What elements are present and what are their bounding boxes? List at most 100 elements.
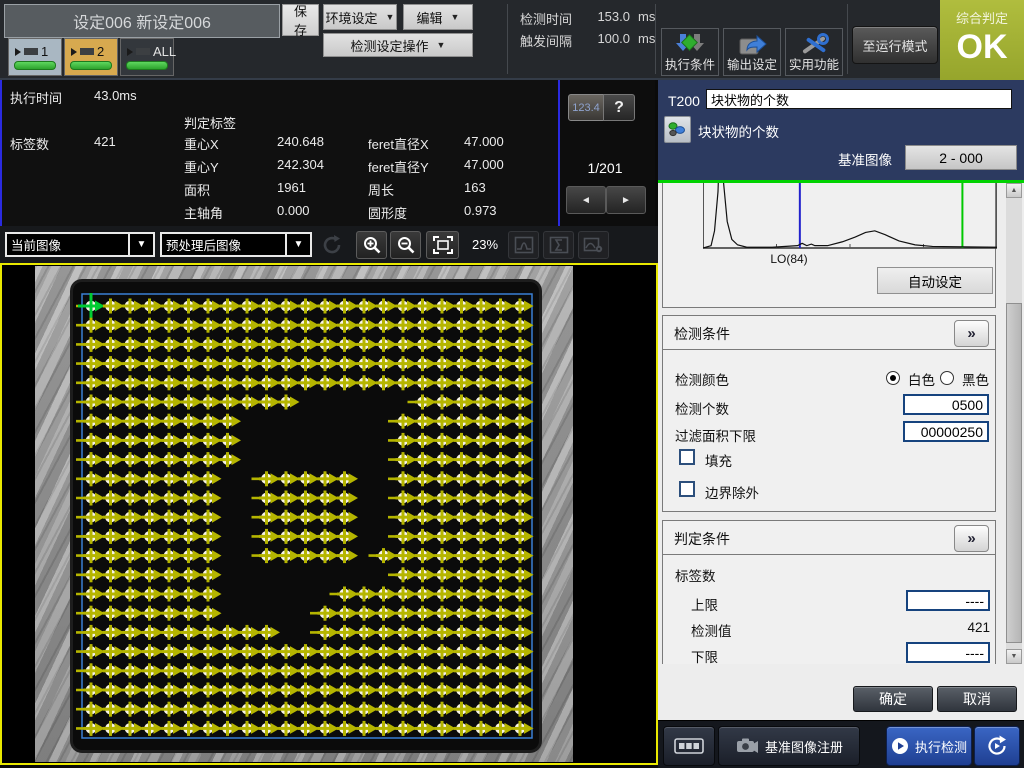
scene-tabs: 1 2 ALL xyxy=(8,38,174,76)
expand-judge-button[interactable]: » xyxy=(954,525,989,552)
save-button[interactable]: 保存 xyxy=(282,4,319,36)
scene-title[interactable]: 设定006 新设定006 xyxy=(4,4,280,38)
upper-limit-input[interactable] xyxy=(906,590,990,611)
measurement-results-panel: 执行时间43.0ms标签数421判定标签重心X240.648feret直径X47… xyxy=(0,80,560,226)
detect-conditions-title: 检测条件 xyxy=(674,324,730,344)
radio-black[interactable] xyxy=(940,371,954,385)
exec-condition-button[interactable]: 执行条件 xyxy=(661,28,719,76)
down-icon: ▼ xyxy=(1011,653,1018,660)
next-icon: ► xyxy=(621,195,631,206)
label-count-value: 421 xyxy=(94,134,116,149)
filmstrip-icon xyxy=(674,736,704,756)
detect-time-unit: ms xyxy=(638,9,655,24)
status-bar-green xyxy=(14,61,56,70)
scene-tab-1[interactable]: 1 xyxy=(8,38,62,76)
image-source-select[interactable]: 当前图像 ▼ xyxy=(5,232,155,257)
radio-white[interactable] xyxy=(886,371,900,385)
settings-scroll-area: LO(84) 自动设定 检测条件 » 检测颜色 白色 黑色 检测个数 过滤面积下… xyxy=(658,183,1006,664)
page-indicator: 1/201 xyxy=(560,160,650,176)
overall-judgement-panel: 综合判定 OK xyxy=(940,0,1024,80)
detect-count-label: 检测个数 xyxy=(675,398,729,418)
angle-display-button[interactable] xyxy=(543,231,574,259)
scrollbar-thumb[interactable] xyxy=(1006,303,1022,643)
zoom-in-button[interactable] xyxy=(356,231,387,259)
tools-icon xyxy=(797,32,831,58)
detect-count-input[interactable] xyxy=(903,394,989,415)
flow-condition-icon xyxy=(673,32,707,58)
environment-settings-menu[interactable]: 环境设定▼ xyxy=(323,4,397,30)
detect-settings-ops-menu[interactable]: 检测设定操作▼ xyxy=(323,33,473,57)
meas-value: 1961 xyxy=(277,180,306,195)
profile-display-button[interactable] xyxy=(508,231,539,259)
settings-scrollbar[interactable]: ▲ ▼ xyxy=(1006,183,1022,664)
measured-value: 421 xyxy=(906,620,990,635)
meas-name: 面积 xyxy=(184,180,210,199)
top-bar: 设定006 新设定006 保存 环境设定▼ 编辑▼ 检测设定操作▼ 检测时间 1… xyxy=(0,0,1024,80)
meas-value: 240.648 xyxy=(277,134,324,149)
meas-name: 重心Y xyxy=(184,157,219,176)
filmstrip-button[interactable] xyxy=(663,726,715,766)
output-settings-button[interactable]: 输出设定 xyxy=(723,28,781,76)
lo-threshold-label: LO(84) xyxy=(759,252,819,266)
numeric-display-button[interactable]: 123.4 xyxy=(568,94,604,121)
overall-judgement-value: OK xyxy=(940,28,1024,67)
image-stage-select[interactable]: 预处理后图像 ▼ xyxy=(160,232,312,257)
ok-button[interactable]: 确定 xyxy=(853,686,933,712)
next-page-button[interactable]: ► xyxy=(606,186,646,214)
chevron-down-icon: ▼ xyxy=(128,234,153,255)
fit-to-window-button[interactable] xyxy=(426,231,459,259)
meas-value: 242.304 xyxy=(277,157,324,172)
chevron-down-icon: ▼ xyxy=(285,234,310,255)
prev-page-button[interactable]: ◄ xyxy=(566,186,606,214)
blob-count-unit-icon xyxy=(664,116,691,143)
layout-icon xyxy=(24,48,38,55)
fill-checkbox[interactable] xyxy=(679,449,695,465)
scroll-up-button[interactable]: ▲ xyxy=(1006,183,1022,198)
scene-tab-ALL[interactable]: ALL xyxy=(120,38,174,76)
layout-icon xyxy=(136,48,150,55)
zoom-out-icon xyxy=(396,235,416,255)
image-display-area[interactable] xyxy=(0,263,658,765)
lower-limit-input[interactable] xyxy=(906,642,990,663)
layout-icon xyxy=(80,48,94,55)
zoom-out-button[interactable] xyxy=(390,231,421,259)
judge-label-header: 判定标签 xyxy=(184,113,236,132)
gray-histogram xyxy=(703,183,997,250)
tab-label: 1 xyxy=(41,44,48,59)
auto-set-button[interactable]: 自动设定 xyxy=(877,267,993,294)
edit-menu[interactable]: 编辑▼ xyxy=(403,4,473,30)
help-button[interactable]: ? xyxy=(603,94,635,121)
utility-button[interactable]: 实用功能 xyxy=(785,28,843,76)
upper-limit-label: 上限 xyxy=(691,594,718,614)
scroll-down-button[interactable]: ▼ xyxy=(1006,649,1022,664)
cancel-button[interactable]: 取消 xyxy=(937,686,1017,712)
scene-tab-2[interactable]: 2 xyxy=(64,38,118,76)
retest-loop-button[interactable] xyxy=(974,726,1020,766)
filter-area-input[interactable] xyxy=(903,421,989,442)
overall-judgement-label: 综合判定 xyxy=(940,8,1024,27)
trigger-interval-label: 触发间隔 xyxy=(520,31,572,50)
radio-black-label: 黑色 xyxy=(962,369,989,389)
expand-detect-button[interactable]: » xyxy=(954,320,989,347)
detect-conditions-group: 检测条件 » 检测颜色 白色 黑色 检测个数 过滤面积下限 填充 边界除外 xyxy=(662,315,996,512)
display-settings-button[interactable] xyxy=(578,231,609,259)
exclude-edge-label: 边界除外 xyxy=(705,482,759,502)
unit-name-input[interactable] xyxy=(706,89,1012,109)
zoom-percent: 23% xyxy=(472,237,498,252)
image-toolbar: 当前图像 ▼ 预处理后图像 ▼ xyxy=(0,226,658,263)
status-bar-green xyxy=(70,61,112,70)
run-test-button[interactable]: 执行检测 xyxy=(886,726,972,766)
fill-label: 填充 xyxy=(705,450,732,470)
tab-label: ALL xyxy=(153,44,176,59)
exclude-edge-checkbox[interactable] xyxy=(679,481,695,497)
meas-value: 0.973 xyxy=(464,203,497,218)
register-reference-image-button[interactable]: 基准图像注册 xyxy=(718,726,860,766)
trigger-interval-unit: ms xyxy=(638,31,655,46)
meas-name: 主轴角 xyxy=(184,203,223,222)
reference-image-button[interactable]: 2 - 000 xyxy=(905,145,1017,170)
detect-time-value: 153.0 xyxy=(576,9,630,24)
run-mode-button[interactable]: 至运行模式 xyxy=(852,26,938,64)
play-icon xyxy=(15,48,21,56)
meas-name: 圆形度 xyxy=(368,203,407,222)
play-icon xyxy=(71,48,77,56)
